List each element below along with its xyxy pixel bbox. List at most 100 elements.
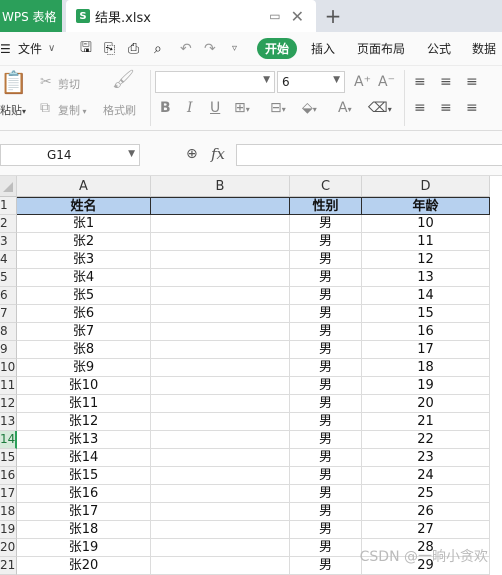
font-grow-icon[interactable]: A⁺ [354, 74, 371, 90]
table-cell[interactable]: 22 [362, 431, 490, 449]
borders-icon[interactable]: ⊞▾ [234, 100, 250, 118]
cut-label[interactable]: 剪切 [58, 76, 80, 92]
underline-button[interactable]: U [210, 100, 220, 116]
table-header-cell[interactable]: 性别 [290, 197, 362, 215]
table-cell[interactable] [151, 503, 290, 521]
table-cell[interactable]: 男 [290, 323, 362, 341]
align-top-icon[interactable]: ≡ [414, 74, 426, 90]
table-cell[interactable]: 男 [290, 503, 362, 521]
table-cell[interactable]: 10 [362, 215, 490, 233]
fill-color-icon[interactable]: ⬙▾ [302, 100, 317, 118]
menu-tab-data[interactable]: 数据 [472, 32, 496, 65]
table-header-cell[interactable]: 年龄 [362, 197, 490, 215]
row-header[interactable]: 2 [0, 215, 17, 233]
table-cell[interactable] [151, 305, 290, 323]
formula-input[interactable] [236, 144, 502, 166]
table-cell[interactable]: 张17 [17, 503, 151, 521]
table-cell[interactable]: 男 [290, 251, 362, 269]
table-cell[interactable]: 张3 [17, 251, 151, 269]
row-header[interactable]: 8 [0, 323, 17, 341]
table-cell[interactable]: 12 [362, 251, 490, 269]
table-cell[interactable] [151, 521, 290, 539]
table-cell[interactable] [151, 233, 290, 251]
table-header-cell[interactable]: 姓名 [17, 197, 151, 215]
export-pdf-icon[interactable]: ⎘ [104, 32, 115, 65]
table-cell[interactable]: 张19 [17, 539, 151, 557]
column-header-a[interactable]: A [17, 176, 151, 197]
table-cell[interactable]: 18 [362, 359, 490, 377]
row-header[interactable]: 1 [0, 197, 17, 215]
table-cell[interactable]: 17 [362, 341, 490, 359]
row-header[interactable]: 19 [0, 521, 17, 539]
format-painter-icon[interactable]: 🖌 [112, 71, 135, 89]
row-header[interactable]: 10 [0, 359, 17, 377]
align-left-icon[interactable]: ≡ [414, 100, 426, 116]
row-header[interactable]: 7 [0, 305, 17, 323]
table-cell[interactable]: 男 [290, 269, 362, 287]
format-painter-label[interactable]: 格式刷 [103, 102, 136, 118]
clear-format-icon[interactable]: ⌫▾ [368, 100, 392, 118]
new-tab-button[interactable]: + [322, 0, 344, 32]
copy-icon[interactable]: ⧉ [40, 100, 50, 116]
table-cell[interactable]: 23 [362, 449, 490, 467]
table-cell[interactable]: 张7 [17, 323, 151, 341]
row-header[interactable]: 18 [0, 503, 17, 521]
table-cell[interactable]: 男 [290, 377, 362, 395]
column-header-b[interactable]: B [151, 176, 290, 197]
table-cell[interactable]: 男 [290, 287, 362, 305]
table-cell[interactable]: 男 [290, 395, 362, 413]
row-header[interactable]: 15 [0, 449, 17, 467]
redo-icon[interactable]: ↷ [204, 32, 216, 65]
table-cell[interactable]: 14 [362, 287, 490, 305]
window-icon[interactable]: ▭ [269, 9, 280, 23]
table-cell[interactable]: 男 [290, 539, 362, 557]
bold-button[interactable]: B [160, 100, 171, 116]
table-cell[interactable]: 男 [290, 485, 362, 503]
table-cell[interactable]: 张20 [17, 557, 151, 575]
table-cell[interactable]: 张2 [17, 233, 151, 251]
menu-tab-formulas[interactable]: 公式 [427, 32, 451, 65]
table-cell[interactable] [151, 287, 290, 305]
row-header[interactable]: 17 [0, 485, 17, 503]
font-name-select[interactable]: ▼ [155, 71, 275, 93]
menu-tab-insert[interactable]: 插入 [311, 32, 335, 65]
menu-file[interactable]: 文件 ∨ [18, 32, 55, 65]
table-cell[interactable]: 男 [290, 359, 362, 377]
table-cell[interactable] [151, 395, 290, 413]
table-cell[interactable]: 男 [290, 431, 362, 449]
table-cell[interactable]: 21 [362, 413, 490, 431]
align-center-icon[interactable]: ≡ [440, 100, 452, 116]
table-cell[interactable]: 男 [290, 233, 362, 251]
table-cell[interactable]: 19 [362, 377, 490, 395]
row-header[interactable]: 3 [0, 233, 17, 251]
table-cell[interactable]: 张11 [17, 395, 151, 413]
row-header[interactable]: 21 [0, 557, 17, 575]
table-cell[interactable]: 张13 [17, 431, 151, 449]
table-cell[interactable] [151, 449, 290, 467]
table-cell[interactable]: 27 [362, 521, 490, 539]
table-cell[interactable]: 张4 [17, 269, 151, 287]
zoom-icon[interactable]: ⊕ [186, 146, 198, 162]
paste-icon[interactable]: 📋 [0, 72, 27, 96]
table-cell[interactable]: 男 [290, 521, 362, 539]
table-cell[interactable] [151, 323, 290, 341]
copy-button[interactable]: 复制 ▾ [58, 102, 87, 118]
table-cell[interactable]: 16 [362, 323, 490, 341]
row-header[interactable]: 12 [0, 395, 17, 413]
align-middle-icon[interactable]: ≡ [440, 74, 452, 90]
row-header[interactable]: 20 [0, 539, 17, 557]
table-cell[interactable]: 20 [362, 395, 490, 413]
column-header-d[interactable]: D [362, 176, 490, 197]
table-cell[interactable]: 张14 [17, 449, 151, 467]
name-box[interactable]: G14 ▼ [0, 144, 140, 166]
table-cell[interactable]: 男 [290, 449, 362, 467]
row-header[interactable]: 6 [0, 287, 17, 305]
file-tab[interactable]: S 结果.xlsx ▭ ✕ [66, 0, 316, 32]
align-bottom-icon[interactable]: ≡ [466, 74, 478, 90]
column-header-c[interactable]: C [290, 176, 362, 197]
table-cell[interactable]: 张18 [17, 521, 151, 539]
table-cell[interactable]: 张15 [17, 467, 151, 485]
row-header[interactable]: 14 [0, 431, 17, 449]
table-cell[interactable]: 24 [362, 467, 490, 485]
table-cell[interactable]: 男 [290, 215, 362, 233]
